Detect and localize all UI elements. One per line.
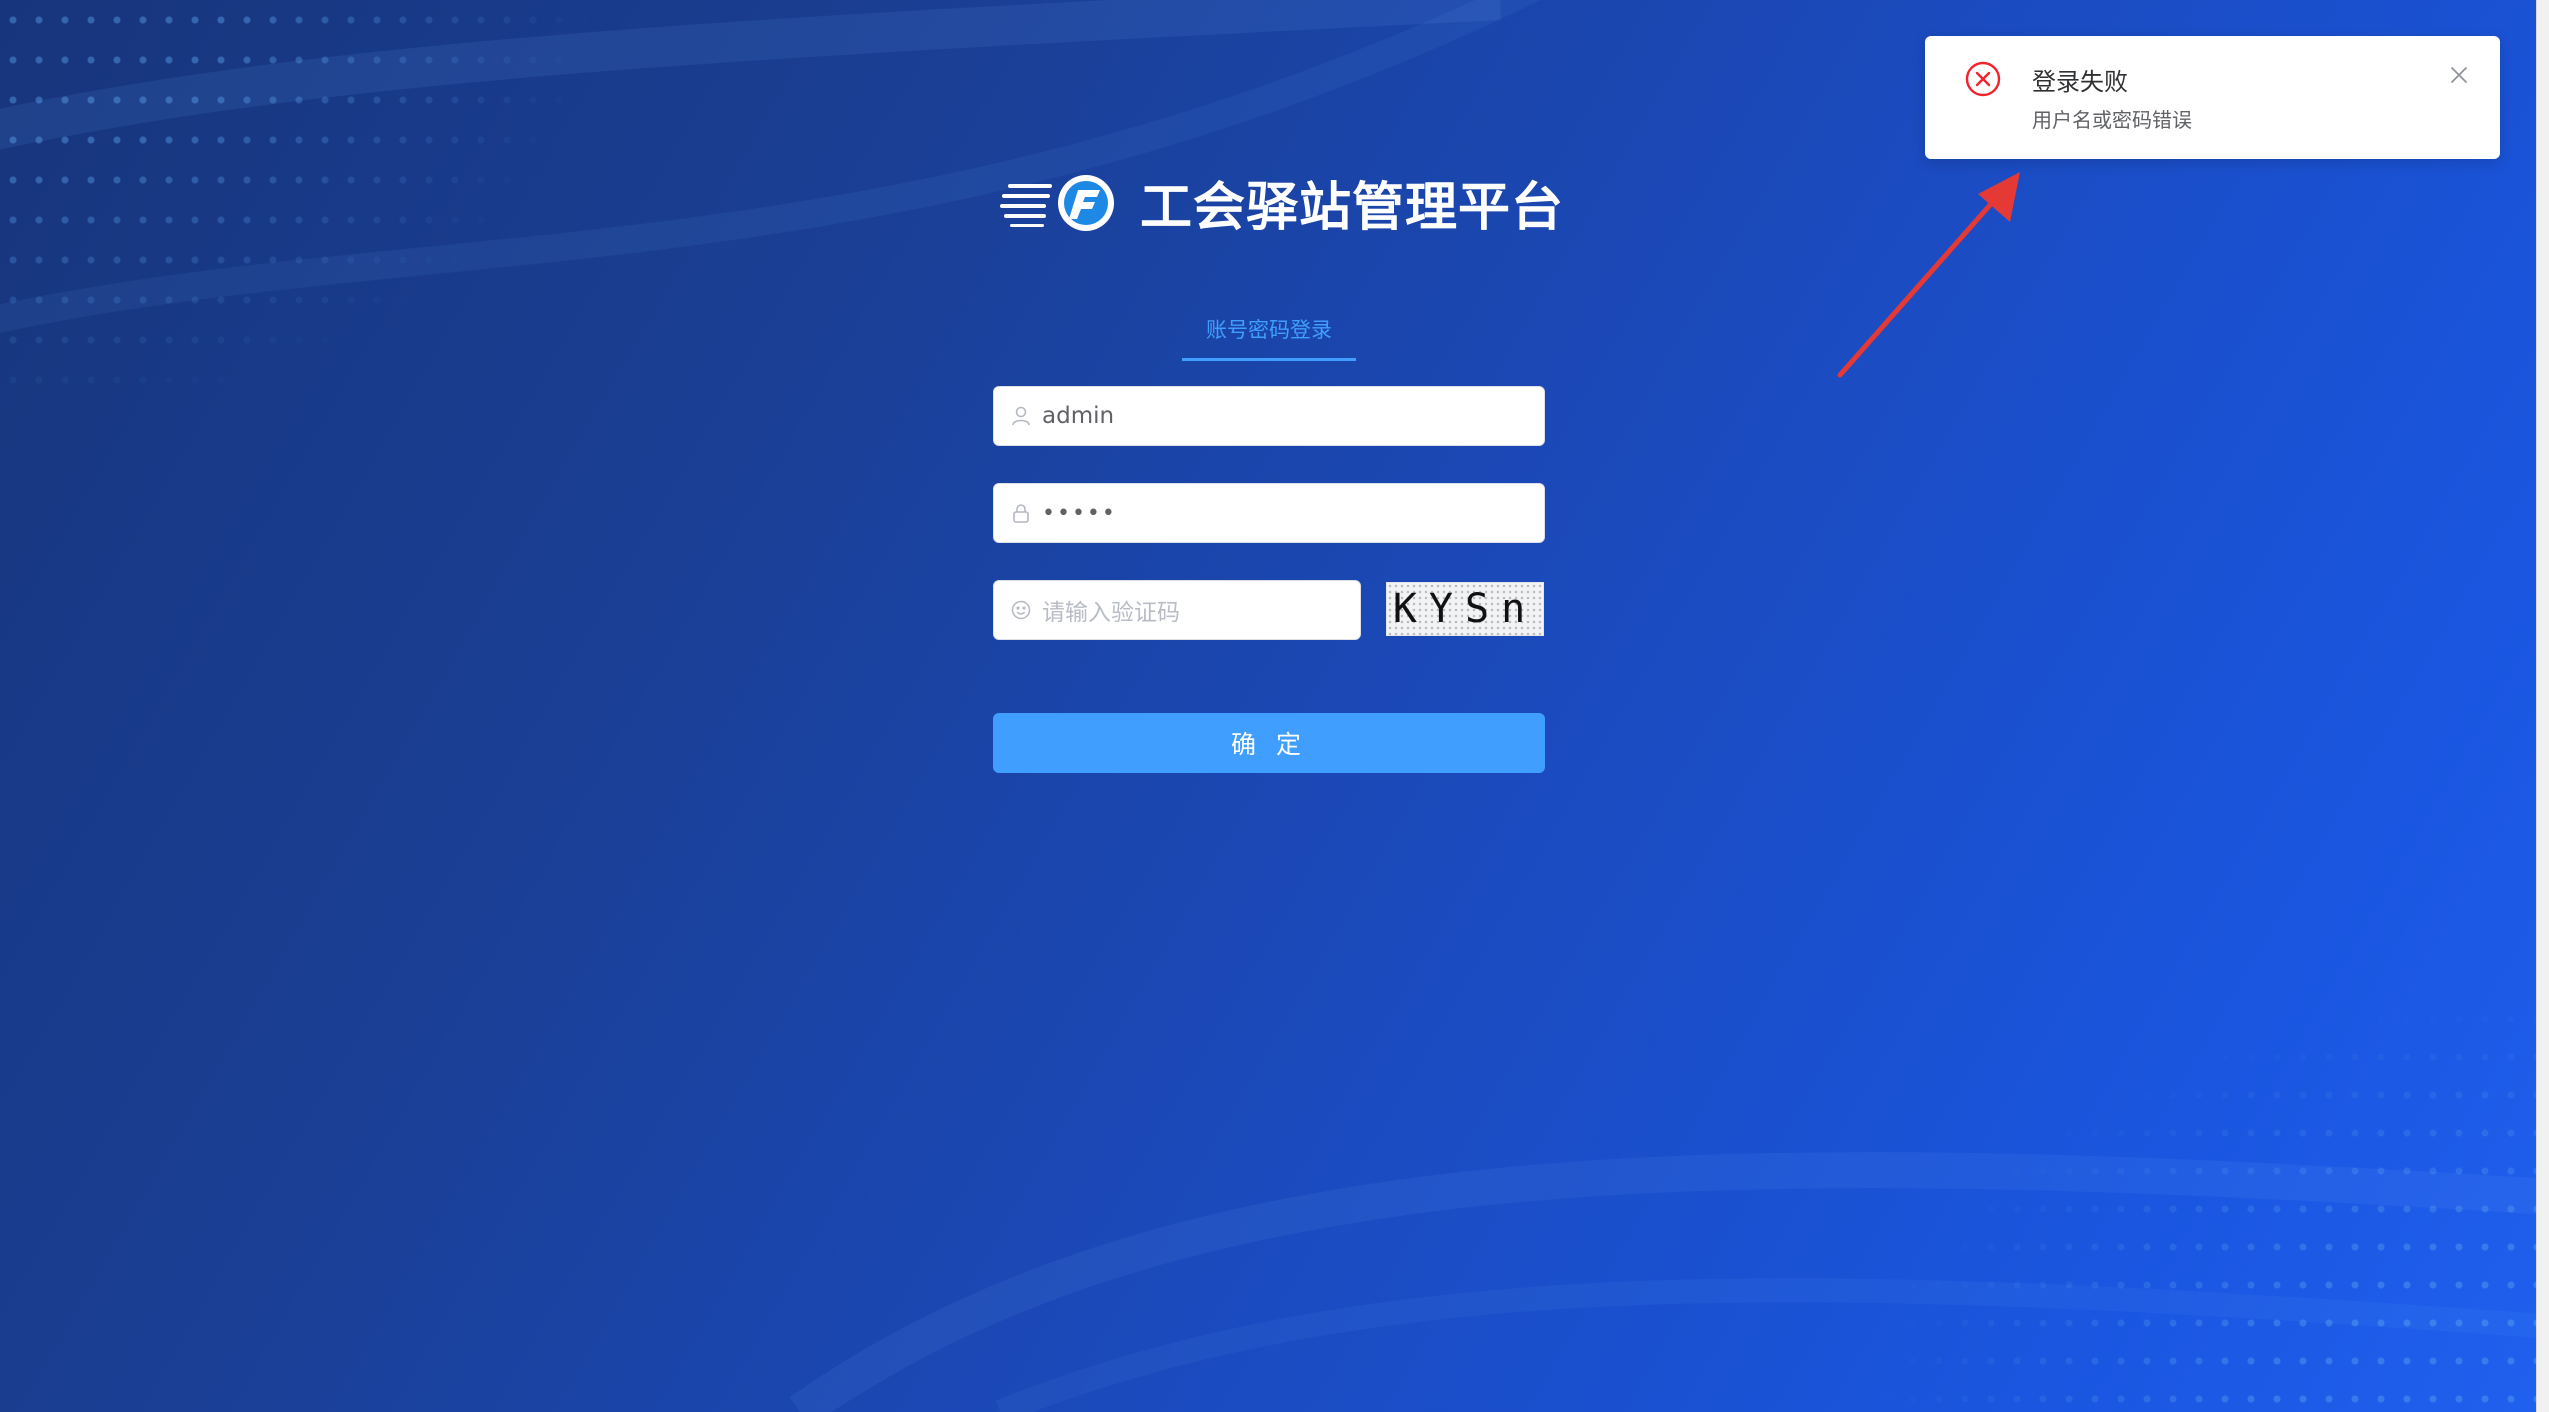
annotation-arrow-icon (1837, 172, 2020, 378)
error-circle-icon (1965, 61, 2001, 97)
smile-icon (1010, 599, 1032, 621)
notification-title: 登录失败 (2032, 68, 2128, 96)
captcha-text: KYSn (1392, 586, 1538, 632)
username-field[interactable]: admin (993, 386, 1545, 446)
brand-logo-icon (1000, 174, 1114, 231)
app-title: 工会驿站管理平台 (1140, 178, 1565, 238)
error-notification: 登录失败 用户名或密码错误 (1925, 36, 2500, 159)
user-icon (1010, 405, 1032, 427)
captcha-placeholder: 请输入验证码 (1042, 600, 1180, 626)
password-field[interactable]: ••••• (993, 483, 1545, 543)
lock-icon (1010, 502, 1032, 524)
submit-button[interactable]: 确 定 (993, 713, 1545, 773)
password-value: ••••• (1042, 500, 1117, 526)
captcha-image[interactable]: KYSn (1386, 582, 1544, 636)
captcha-input[interactable]: 请输入验证码 (993, 580, 1361, 640)
tab-account-password-login[interactable]: 账号密码登录 (1182, 314, 1356, 361)
close-icon[interactable] (2448, 64, 2470, 86)
username-value: admin (1042, 403, 1115, 429)
notification-message: 用户名或密码错误 (2032, 108, 2192, 132)
app-logo: 工会驿站管理平台 (1000, 165, 1564, 240)
window-scrollbar[interactable] (2536, 0, 2549, 1412)
